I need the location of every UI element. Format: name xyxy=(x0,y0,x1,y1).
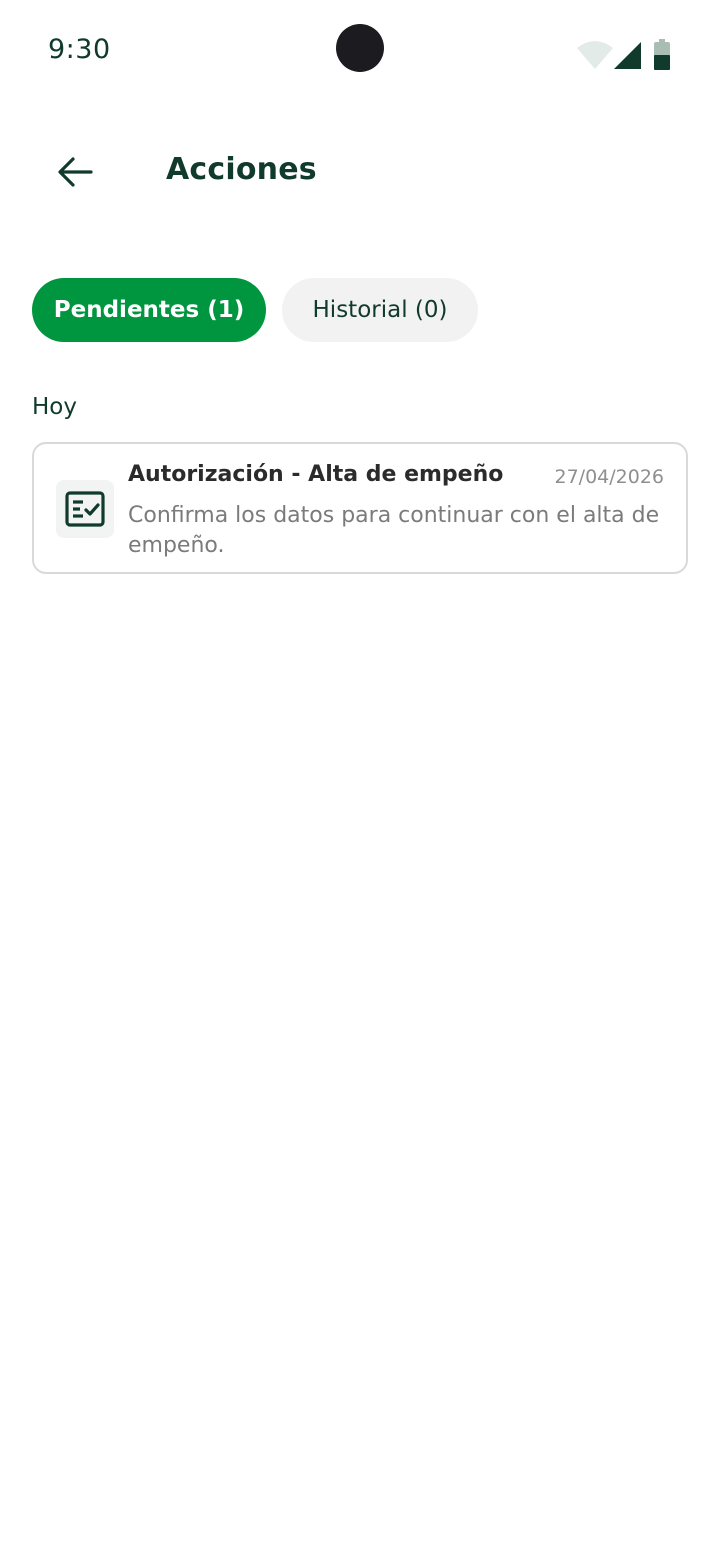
checklist-icon xyxy=(65,491,105,527)
camera-cutout xyxy=(336,24,384,72)
screen: 9:30 Acciones Pendientes (1) Historial (… xyxy=(0,0,718,1560)
status-time: 9:30 xyxy=(48,34,111,65)
page-title: Acciones xyxy=(166,152,317,187)
arrow-left-icon xyxy=(58,157,93,187)
card-date: 27/04/2026 xyxy=(554,466,664,488)
tab-bar: Pendientes (1) Historial (0) xyxy=(32,278,478,342)
card-icon-container xyxy=(56,480,114,538)
status-bar: 9:30 xyxy=(0,0,718,100)
card-description: Confirma los datos para continuar con el… xyxy=(128,503,660,558)
wifi-icon xyxy=(577,41,613,69)
tab-pendientes[interactable]: Pendientes (1) xyxy=(32,278,266,342)
card-title: Autorización - Alta de empeño xyxy=(128,462,504,487)
section-label-today: Hoy xyxy=(32,394,77,420)
battery-icon xyxy=(654,39,670,70)
tab-historial[interactable]: Historial (0) xyxy=(282,278,478,342)
header: Acciones xyxy=(0,130,718,214)
signal-icon xyxy=(614,42,641,69)
back-button[interactable] xyxy=(50,148,100,196)
action-card[interactable]: Autorización - Alta de empeño 27/04/2026… xyxy=(32,442,688,574)
